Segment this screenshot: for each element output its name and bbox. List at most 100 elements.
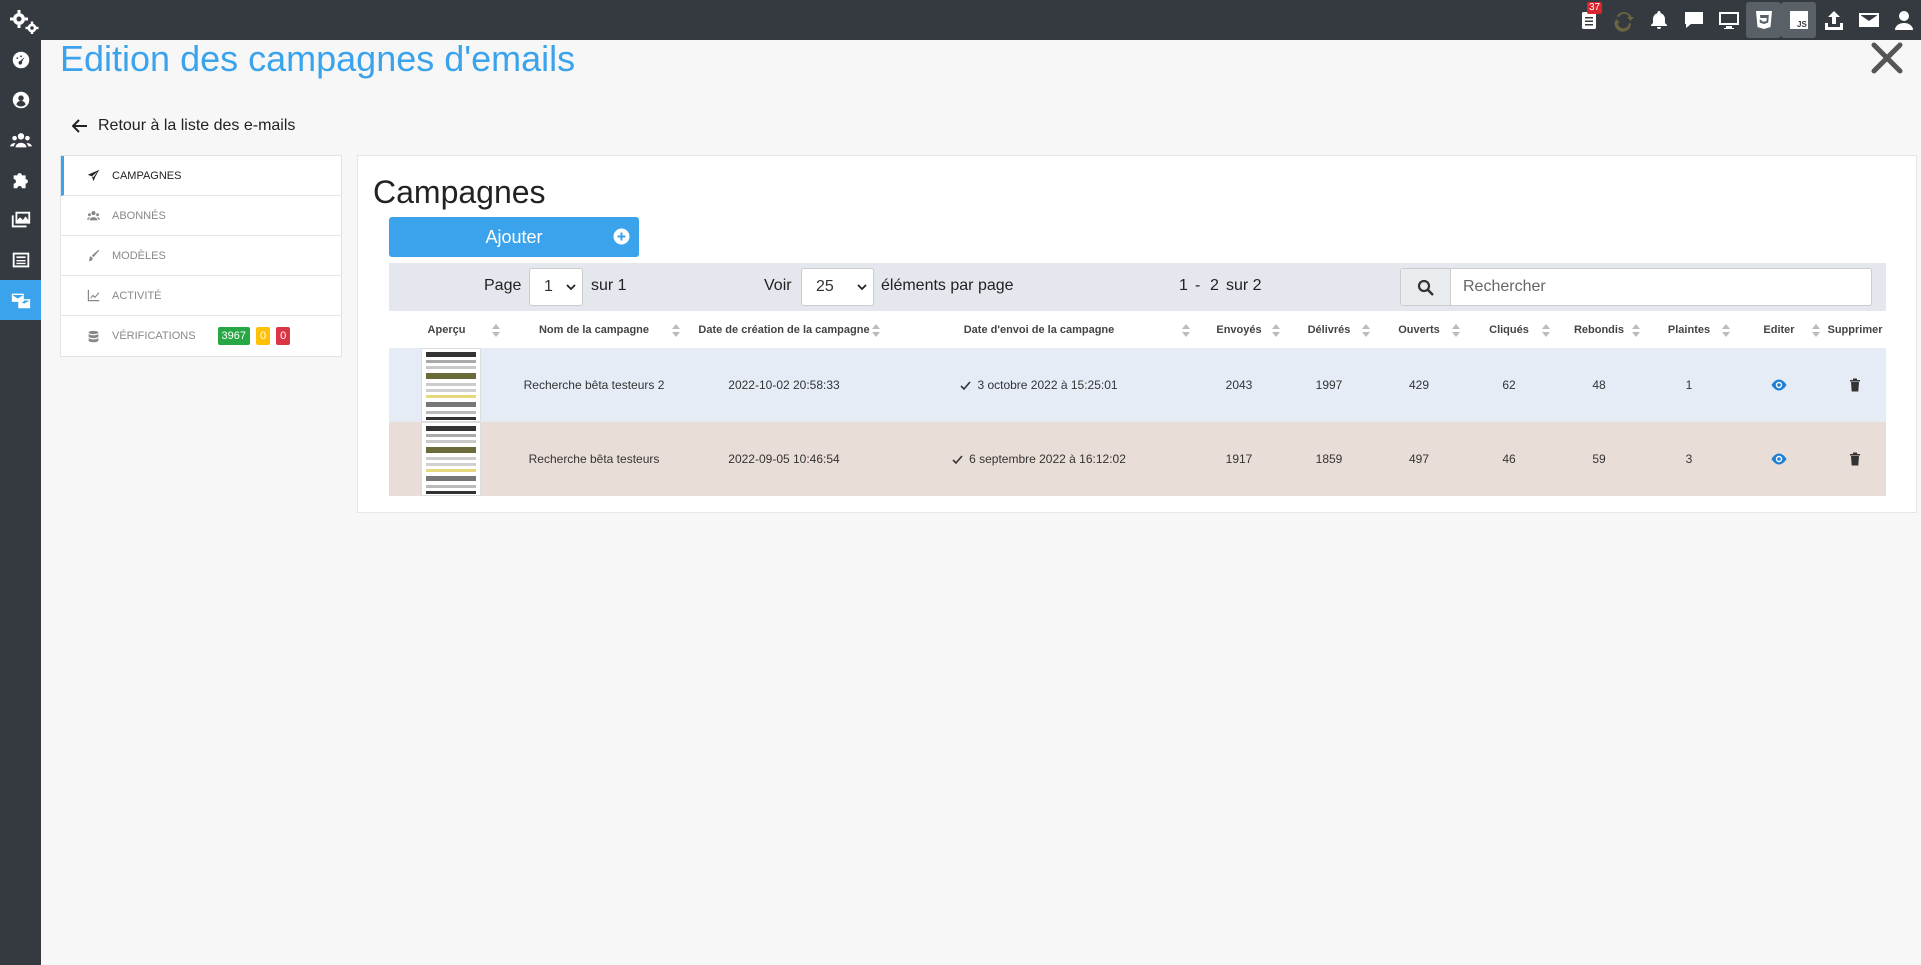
back-link-label: Retour à la liste des e-mails [98,117,296,134]
email-preview-thumbnail[interactable] [421,422,481,496]
eye-icon[interactable] [1770,376,1788,394]
col-editer[interactable]: Editer [1734,316,1824,344]
col-nom[interactable]: Nom de la campagne [504,316,684,344]
per-page-suffix: éléments par page [881,277,1014,294]
menu-item-abonnes[interactable]: ABONNÉS [61,196,341,236]
col-delivres[interactable]: Délivrés [1284,316,1374,344]
users-icon [87,211,100,221]
check-icon [952,454,963,464]
users-icon[interactable] [0,120,41,160]
page-label: Page [484,277,522,294]
opened-count: 429 [1408,378,1430,392]
desktop-icon[interactable] [1711,0,1746,40]
column-header: Nom de la campagne [538,324,650,336]
left-sidebar [0,40,41,965]
menu-item-campagnes[interactable]: CAMPAGNES [61,156,341,196]
bell-icon[interactable] [1641,0,1676,40]
puzzle-icon[interactable] [0,160,41,200]
menu-item-modeles[interactable]: MODÈLES [61,236,341,276]
preview-cell [389,348,504,422]
close-icon[interactable] [1869,40,1905,76]
images-icon[interactable] [0,200,41,240]
sync-icon[interactable] [1606,0,1641,40]
menu-item-verifications[interactable]: VÉRIFICATIONS 3967 0 0 [61,316,341,356]
range-total: sur 2 [1226,277,1262,294]
delete-cell [1824,422,1886,496]
sort-icon [1542,324,1550,337]
dashboard-icon[interactable] [0,40,41,80]
delete-cell [1824,348,1886,422]
upload-icon[interactable] [1816,0,1851,40]
menu-item-activite[interactable]: ACTIVITÉ [61,276,341,316]
delivered-count: 1859 [1315,452,1343,466]
col-ouverts[interactable]: Ouverts [1374,316,1464,344]
opened-count: 497 [1408,452,1430,466]
menu-item-label: ACTIVITÉ [112,289,162,302]
creation-date: 2022-09-05 10:46:54 [728,452,840,466]
clicked-count: 46 [1502,452,1516,466]
campaign-name: Recherche bêta testeurs [528,452,660,466]
chart-line-icon [87,289,100,302]
campaigns-card: Campagnes Ajouter Page 1 sur 1 Voir 25 é… [357,155,1917,513]
col-cliques[interactable]: Cliqués [1464,316,1554,344]
edit-cell [1734,422,1824,496]
campaign-name: Recherche bêta testeurs 2 [523,378,665,392]
col-envoi[interactable]: Date d'envoi de la campagne [884,316,1194,344]
trash-icon[interactable] [1849,378,1861,392]
sort-icon [1182,324,1190,337]
mail-bulk-icon[interactable] [0,280,41,320]
user-circle-icon[interactable] [0,80,41,120]
search-field [1400,268,1872,306]
col-creation[interactable]: Date de création de la campagne [684,316,884,344]
page-select[interactable]: 1 [529,268,583,306]
newspaper-icon[interactable] [0,240,41,280]
menu-item-label: CAMPAGNES [112,169,182,182]
creation-date: 2022-10-02 20:58:33 [728,378,840,392]
tasks-icon[interactable]: 37 [1571,0,1606,40]
eye-icon[interactable] [1770,450,1788,468]
range-start: 1 [1179,277,1188,294]
plus-circle-icon [613,228,630,245]
send-date: 3 octobre 2022 à 15:25:01 [977,378,1118,392]
column-header: Editer [1763,324,1795,336]
menu-item-label: ABONNÉS [112,209,166,222]
back-link[interactable]: Retour à la liste des e-mails [72,117,295,135]
gears-icon[interactable] [8,8,40,34]
clicked-count: 62 [1502,378,1516,392]
preview-cell [389,422,504,496]
send-date-cell: 6 septembre 2022 à 16:12:02 [884,422,1194,496]
column-header: Délivrés [1307,324,1351,336]
trash-icon[interactable] [1849,452,1861,466]
chat-icon[interactable] [1676,0,1711,40]
sort-icon [492,324,500,337]
col-plaintes[interactable]: Plaintes [1644,316,1734,344]
paper-plane-icon [87,169,100,182]
search-input[interactable] [1451,269,1871,305]
sort-icon [1362,324,1370,337]
menu-item-label: MODÈLES [112,249,166,262]
top-bar: 37 JS [0,0,1921,40]
add-campaign-button[interactable]: Ajouter [389,217,639,257]
col-envoyes[interactable]: Envoyés [1194,316,1284,344]
column-header: Aperçu [427,324,466,336]
brush-icon [88,249,100,262]
show-label: Voir [764,277,792,294]
check-icon [960,380,972,390]
per-page-select[interactable]: 25 [801,268,874,306]
search-icon[interactable] [1401,269,1451,305]
database-icon [88,330,99,342]
table-row: Recherche bêta testeurs 2022-09-05 10:46… [389,422,1886,496]
col-apercu[interactable]: Aperçu [389,316,504,344]
column-header: Date de création de la campagne [698,324,870,336]
email-preview-thumbnail[interactable] [421,348,481,422]
svg-text:JS: JS [1797,20,1807,29]
col-rebondis[interactable]: Rebondis [1554,316,1644,344]
mail-icon[interactable] [1851,0,1886,40]
css-icon[interactable] [1746,2,1781,38]
pending-count-badge: 0 [256,327,271,345]
verified-count-badge: 3967 [217,327,251,345]
js-icon[interactable]: JS [1781,2,1816,38]
complaints-count: 1 [1685,378,1693,392]
send-date-cell: 3 octobre 2022 à 15:25:01 [884,348,1194,422]
user-icon[interactable] [1886,0,1921,40]
